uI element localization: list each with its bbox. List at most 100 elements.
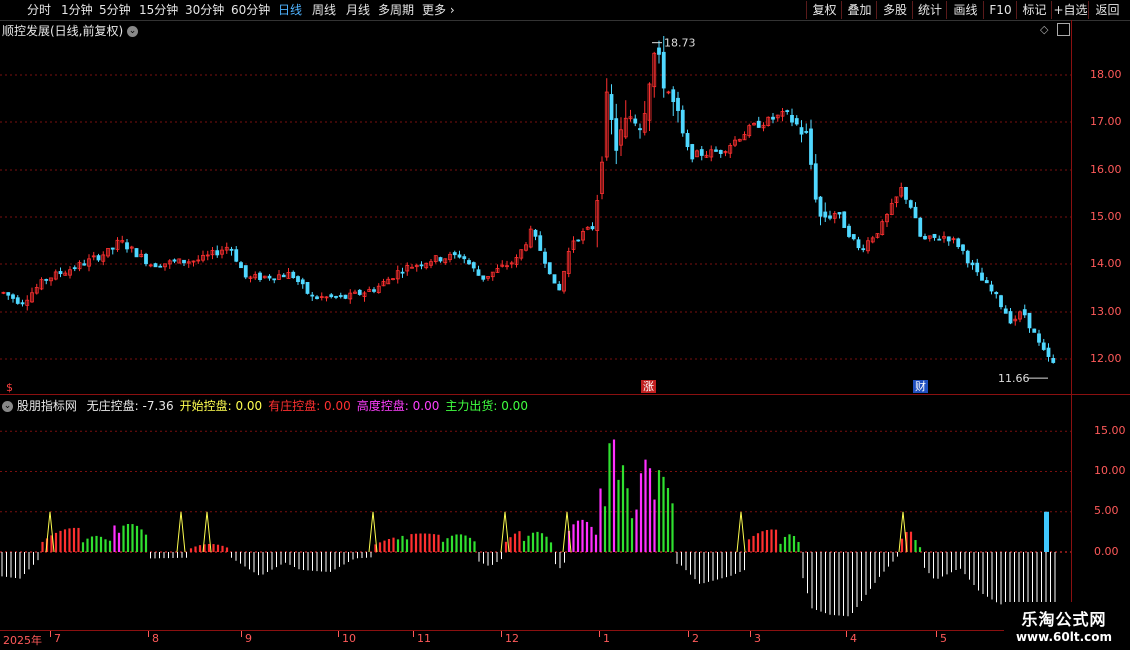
period-tab-5[interactable]: 60分钟: [231, 1, 270, 19]
price-axis: 18.00 17.00 16.00 15.00 14.00 13.00 12.00: [1072, 20, 1130, 394]
financial-report-marker[interactable]: 财: [913, 380, 928, 393]
period-toolbar: 分时 1分钟 5分钟 15分钟 30分钟 60分钟 日线 周线 月线 多周期 更多 › 复权 叠加 多股…: [0, 0, 1130, 21]
candle-body: [457, 254, 462, 258]
candle-body: [125, 242, 129, 250]
candle-body: [999, 295, 1003, 308]
candle-body: [965, 250, 970, 264]
candle-body: [828, 215, 832, 219]
period-tab-1[interactable]: 1分钟: [61, 1, 93, 19]
candle-body: [557, 283, 562, 291]
price-tick-label: 16.00: [1090, 163, 1122, 176]
period-tab-2[interactable]: 5分钟: [99, 1, 131, 19]
candle-body: [609, 94, 614, 120]
diamond-icon[interactable]: ◇: [1040, 23, 1048, 36]
candle-body: [462, 256, 467, 260]
month-label: 11: [417, 632, 431, 645]
month-label: 7: [54, 632, 61, 645]
candle-body: [818, 196, 823, 217]
watermark-logo: 乐淘公式网 www.60lt.com: [1003, 602, 1124, 648]
toolbar-button-3[interactable]: 统计: [912, 1, 947, 19]
right-axis-line: [1071, 20, 1072, 631]
candle-body: [961, 244, 965, 251]
candle-body: [296, 276, 300, 283]
month-tick: [750, 631, 751, 637]
candle-body: [923, 236, 927, 240]
candle-body: [932, 233, 937, 238]
month-label: 1: [603, 632, 610, 645]
indicator-chart[interactable]: [0, 412, 1072, 630]
candle-body: [989, 284, 994, 292]
price-tick-label: 15.00: [1090, 210, 1122, 223]
period-tab-10[interactable]: 更多 ›: [422, 1, 455, 19]
period-tab-8[interactable]: 月线: [346, 1, 370, 19]
candle-body: [96, 255, 101, 261]
dividend-marker[interactable]: $: [4, 381, 15, 394]
toolbar-button-6[interactable]: 标记: [1016, 1, 1052, 19]
signal-spike: [176, 511, 186, 553]
indicator-tick-label: 5.00: [1094, 504, 1119, 517]
period-tab-0[interactable]: 分时: [27, 1, 51, 19]
period-tab-3[interactable]: 15分钟: [139, 1, 178, 19]
price-tick-label: 17.00: [1090, 115, 1122, 128]
candle-body: [372, 289, 376, 292]
period-tab-4[interactable]: 30分钟: [185, 1, 224, 19]
candle-body: [272, 278, 277, 281]
candle-body: [799, 127, 804, 135]
candle-body: [804, 131, 809, 133]
toolbar-button-7[interactable]: +自选: [1051, 1, 1089, 19]
month-label: 9: [245, 632, 252, 645]
legend-value: -7.36: [138, 399, 174, 413]
limit-up-marker[interactable]: 涨: [641, 380, 656, 393]
candle-body: [994, 292, 999, 295]
panel-divider[interactable]: [0, 394, 1130, 395]
month-label: 5: [940, 632, 947, 645]
price-tick-label: 12.00: [1090, 352, 1122, 365]
candle-body: [467, 260, 471, 265]
toolbar-button-8[interactable]: 返回: [1088, 1, 1126, 19]
candle-body: [671, 89, 676, 103]
toolbar-button-0[interactable]: 复权: [806, 1, 842, 19]
legend-value: 0.00: [231, 399, 263, 413]
period-tab-7[interactable]: 周线: [312, 1, 336, 19]
month-tick: [501, 631, 502, 637]
month-label: 2: [692, 632, 699, 645]
candlestick-chart[interactable]: 18.73 11.66: [0, 36, 1072, 394]
toolbar-button-5[interactable]: F10: [983, 1, 1017, 19]
candle-body: [72, 267, 77, 270]
month-tick: [599, 631, 600, 637]
candle-body: [44, 279, 49, 281]
candle-body: [452, 252, 457, 256]
candle-body: [471, 262, 476, 269]
high-price-label: 18.73: [664, 37, 696, 50]
panel-layout-icon[interactable]: [1057, 23, 1070, 36]
signal-spike: [736, 511, 746, 553]
indicator-legend-item: 无庄控盘: -7.36: [87, 399, 174, 413]
candle-body: [419, 264, 424, 267]
candle-body: [714, 149, 718, 152]
toolbar-button-4[interactable]: 画线: [946, 1, 984, 19]
indicator-legend-item: 主力出货: 0.00: [445, 399, 528, 413]
candle-body: [134, 248, 139, 258]
price-tick-label: 14.00: [1090, 257, 1122, 270]
candle-body: [20, 302, 25, 305]
candle-body: [172, 259, 177, 262]
period-tab-9[interactable]: 多周期: [378, 1, 414, 19]
candle-body: [182, 259, 186, 264]
legend-label: 有庄控盘:: [268, 399, 321, 413]
candle-body: [11, 294, 15, 299]
month-tick: [241, 631, 242, 637]
indicator-legend-item: 有庄控盘: 0.00: [268, 399, 351, 413]
period-tab-6[interactable]: 日线: [278, 1, 302, 19]
watermark-url: www.60lt.com: [1015, 630, 1112, 644]
toolbar-button-2[interactable]: 多股: [876, 1, 913, 19]
chevron-down-icon[interactable]: ⌄: [2, 401, 13, 412]
candle-body: [685, 133, 690, 148]
candle-body: [291, 271, 296, 279]
month-tick: [148, 631, 149, 637]
month-label: 4: [850, 632, 857, 645]
candle-body: [1046, 347, 1051, 357]
candle-body: [614, 118, 619, 151]
month-label: 12: [505, 632, 519, 645]
candle-body: [239, 262, 243, 269]
toolbar-button-1[interactable]: 叠加: [841, 1, 877, 19]
